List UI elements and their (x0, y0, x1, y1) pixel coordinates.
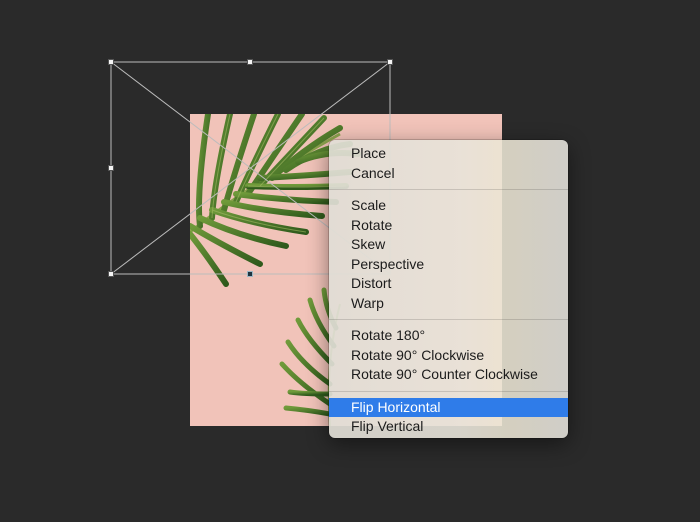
menu-item-rotate-90-counter-clockwise[interactable]: Rotate 90° Counter Clockwise (329, 365, 568, 385)
menu-item-warp[interactable]: Warp (329, 294, 568, 314)
menu-item-flip-horizontal[interactable]: Flip Horizontal (329, 397, 568, 417)
menu-item-distort[interactable]: Distort (329, 274, 568, 294)
menu-item-perspective[interactable]: Perspective (329, 255, 568, 275)
transform-handle-top-middle[interactable] (247, 59, 253, 65)
menu-item-rotate-180[interactable]: Rotate 180° (329, 326, 568, 346)
menu-item-place[interactable]: Place (329, 144, 568, 164)
transform-handle-top-left[interactable] (108, 59, 114, 65)
menu-item-flip-vertical[interactable]: Flip Vertical (329, 417, 568, 437)
menu-item-scale[interactable]: Scale (329, 196, 568, 216)
transform-handle-middle-left[interactable] (108, 165, 114, 171)
menu-separator (329, 189, 568, 190)
menu-item-skew[interactable]: Skew (329, 235, 568, 255)
menu-separator (329, 390, 568, 392)
menu-item-cancel[interactable]: Cancel (329, 164, 568, 184)
transform-handle-bottom-left[interactable] (108, 271, 114, 277)
menu-item-rotate[interactable]: Rotate (329, 216, 568, 236)
menu-separator (329, 319, 568, 320)
canvas-stage: Place Cancel Scale Rotate Skew Perspective Dis… (0, 0, 700, 522)
transform-context-menu: Place Cancel Scale Rotate Skew Perspective Dis… (329, 140, 568, 438)
transform-handle-top-right[interactable] (387, 59, 393, 65)
menu-item-rotate-90-clockwise[interactable]: Rotate 90° Clockwise (329, 346, 568, 366)
transform-handle-bottom-middle[interactable] (247, 271, 253, 277)
